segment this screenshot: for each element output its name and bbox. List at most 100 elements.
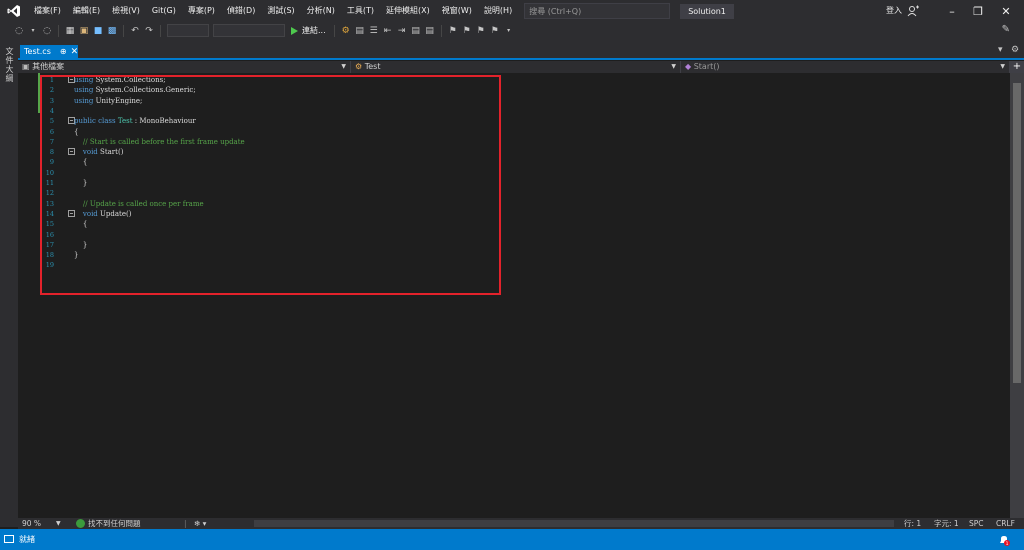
file-icon: ▣ [22,62,33,71]
document-tab-bar: Test.cs ⊕ ✕ ▾ ⚙ [18,39,1024,60]
separator [440,24,442,37]
menu-item[interactable]: 專案(P) [182,0,221,22]
prev-bookmark-icon[interactable]: ⚑ [462,26,472,36]
class-select[interactable]: ⚙ Test ▼ [351,61,681,73]
red-highlight-box [40,75,501,295]
left-tool-strip: 文件大綱 [0,39,18,527]
member-value: Start() [693,62,720,71]
method-icon: ◆ [685,62,694,71]
code-cleanup-icon[interactable]: ❄ ▾ [194,518,206,529]
menu-item[interactable]: 檢視(V) [106,0,146,22]
menu-item[interactable]: Git(G) [146,0,182,22]
issues-status[interactable]: 找不到任何問題 [88,518,141,529]
forward-icon[interactable]: ◌ [42,26,52,36]
whitespace-indicator[interactable]: SPC [969,518,984,529]
new-project-icon[interactable]: ▦ [65,26,75,36]
scrollbar-thumb[interactable] [1013,83,1021,383]
pin-icon[interactable]: ⊕ [60,47,67,56]
menu-bar: 檔案(F) 編輯(E) 檢視(V) Git(G) 專案(P) 偵錯(D) 測試(S) 分析(N… [0,0,1024,22]
separator [160,24,161,37]
editor-status-row: 90 % ▼ 找不到任何問題 | ❄ ▾ 行: 1 字元: 1 SPC CRLF [18,518,1024,529]
close-tab-icon[interactable]: ✕ [71,47,79,57]
separator: | [184,519,187,528]
project-scope-select[interactable]: ▣ 其他檔案 ▼ [18,61,351,73]
separator [333,24,335,37]
toolbar-options-icon[interactable]: ▾ [504,26,514,36]
column-indicator: 字元: 1 [934,519,959,528]
search-input[interactable]: 搜尋 (Ctrl+Q) [524,3,671,19]
start-debugging-button[interactable]: 連結... [291,25,326,36]
uncomment-icon[interactable]: ▤ [425,26,435,36]
close-button[interactable]: ✕ [992,0,1020,22]
run-label: 連結... [302,26,326,35]
hot-reload-icon[interactable]: ⚙ [341,26,351,36]
menu-item[interactable]: 測試(S) [261,0,300,22]
play-icon [291,26,298,35]
menu-item[interactable]: 分析(N) [301,0,341,22]
format-icon[interactable]: ☰ [369,26,379,36]
clear-bookmarks-icon[interactable]: ⚑ [490,26,500,36]
comment-icon[interactable]: ▤ [411,26,421,36]
chevron-down-icon: ▼ [1000,63,1005,70]
check-icon [76,519,85,528]
solution-configuration-select[interactable] [167,24,209,37]
account-icon[interactable] [907,5,919,19]
settings-gear-icon[interactable]: ⚙ [1011,45,1019,55]
horizontal-scrollbar[interactable] [254,520,894,527]
document-outline-tab[interactable]: 文件大綱 [4,47,15,83]
notification-bell-icon[interactable]: 1 [998,534,1010,547]
menu-item[interactable]: 工具(T) [341,0,380,22]
undo-icon[interactable]: ↶ [130,26,140,36]
vertical-scrollbar[interactable] [1010,73,1024,518]
menu-item[interactable]: 視窗(W) [436,0,478,22]
browser-link-icon[interactable]: ▤ [355,26,365,36]
open-file-icon[interactable]: ▣ [79,26,89,36]
code-editor[interactable]: 1 using System.Collections; 2 using System.… [18,73,1010,518]
save-all-icon[interactable]: ▩ [107,26,117,36]
tab-test-cs[interactable]: Test.cs ⊕ ✕ [20,45,78,58]
member-select[interactable]: ◆ Start() ▼ [681,61,1010,73]
tab-list-dropdown-icon[interactable]: ▾ [998,45,1003,55]
tab-label: Test.cs [24,47,51,56]
menu-item[interactable]: 偵錯(D) [221,0,261,22]
zoom-dropdown-icon[interactable]: ▼ [56,518,61,529]
class-value: Test [364,62,381,71]
output-window-icon[interactable] [4,535,14,543]
next-bookmark-icon[interactable]: ⚑ [476,26,486,36]
standard-toolbar: ◌ ▾ ◌ ▦ ▣ ■ ▩ ↶ ↷ 連結... ⚙ ▤ ☰ ⇤ ⇥ ▤ ▤ ⚑ … [0,22,1024,39]
class-icon: ⚙ [355,62,365,71]
save-icon[interactable]: ■ [93,26,103,36]
menu-items: 檔案(F) 編輯(E) 檢視(V) Git(G) 專案(P) 偵錯(D) 測試(S) 分析(N… [28,0,518,22]
separator [123,24,124,37]
restore-button[interactable]: ❐ [964,0,992,22]
bookmark-icon[interactable]: ⚑ [448,26,458,36]
sign-in-link[interactable]: 登入 [886,0,902,22]
outdent-icon[interactable]: ⇤ [383,26,393,36]
back-icon[interactable]: ◌ [14,26,24,36]
menu-item[interactable]: 編輯(E) [67,0,106,22]
solution-name: Solution1 [680,3,734,19]
zoom-level[interactable]: 90 % [22,518,41,529]
line-indicator: 行: 1 [904,519,922,528]
chevron-down-icon: ▼ [671,63,676,70]
split-window-button[interactable]: + [1010,61,1024,73]
menu-item[interactable]: 說明(H) [478,0,518,22]
minimize-button[interactable]: – [938,0,966,22]
project-scope-value: 其他檔案 [32,62,65,71]
line-ending-indicator[interactable]: CRLF [996,518,1015,529]
indent-icon[interactable]: ⇥ [397,26,407,36]
separator [58,24,59,37]
chevron-down-icon: ▼ [341,63,346,70]
svg-text:1: 1 [1006,541,1009,546]
navigation-bar: ▣ 其他檔案 ▼ ⚙ Test ▼ ◆ Start() ▼ [18,61,1010,73]
solution-platform-select[interactable] [213,24,285,37]
redo-icon[interactable]: ↷ [144,26,154,36]
visual-studio-logo-icon[interactable] [0,0,28,22]
menu-item[interactable]: 延伸模組(X) [380,0,436,22]
status-bar: 就緒 1 [0,529,1024,550]
dropdown-arrow-icon[interactable]: ▾ [28,26,38,36]
search-placeholder: 搜尋 (Ctrl+Q) [529,6,582,16]
live-share-icon[interactable]: ✎ [1002,24,1010,35]
ready-status: 就緒 [19,535,35,544]
menu-item[interactable]: 檔案(F) [28,0,67,22]
